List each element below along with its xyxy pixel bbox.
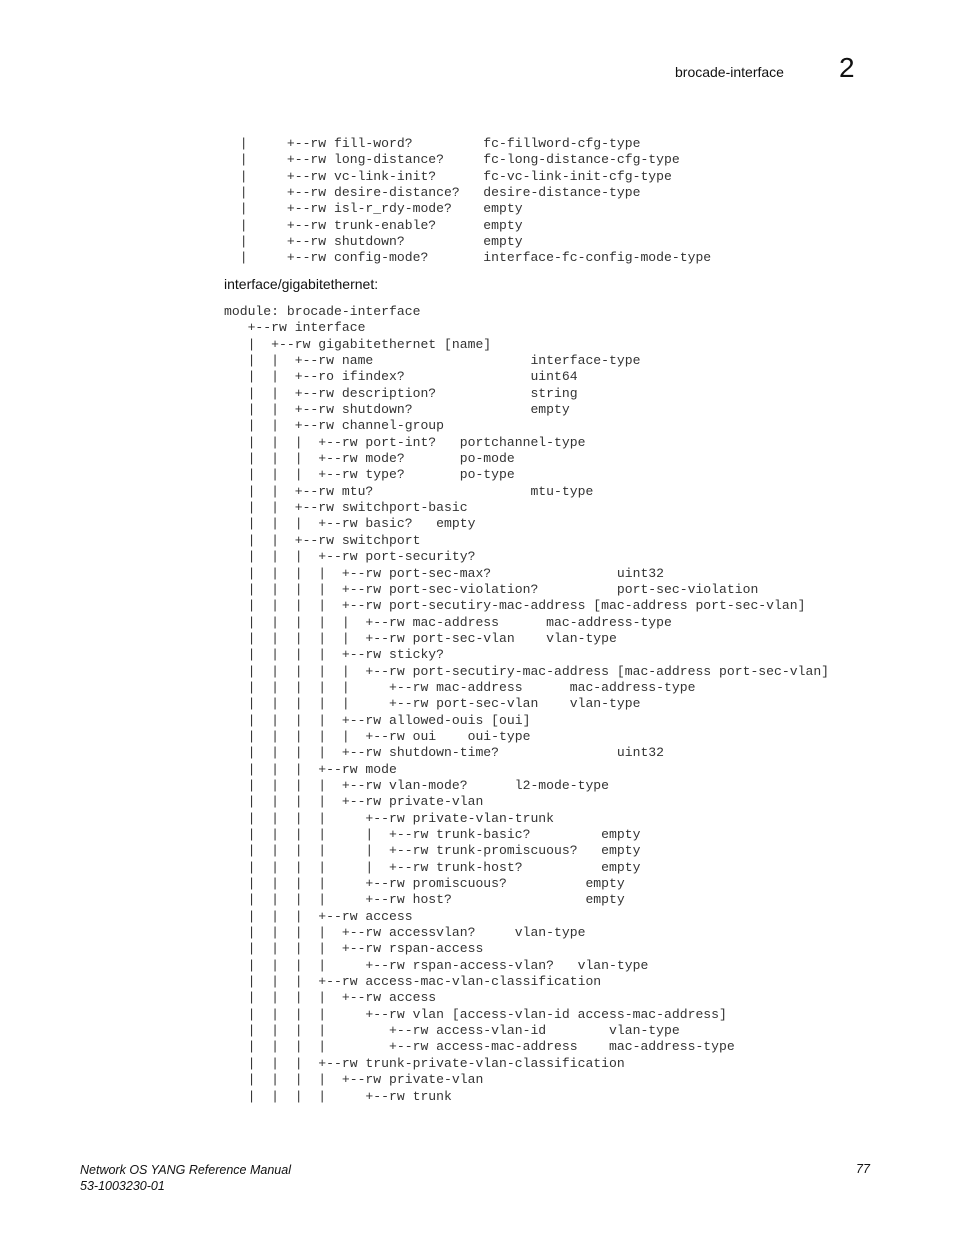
code-line: | | | | +--rw accessvlan? vlan-type — [224, 925, 586, 941]
code-line: | | | +--rw trunk-private-vlan-classific… — [224, 1055, 625, 1071]
code-line: | | | +--rw mode — [224, 761, 397, 777]
code-line: | | | +--rw port-int? portchannel-type — [224, 434, 586, 450]
chapter-number: 2 — [839, 52, 855, 83]
code-line: | | | | +--rw private-vlan — [224, 794, 484, 810]
code-line: | | +--rw channel-group — [224, 418, 445, 434]
code-line: | +--rw fill-word? fc-fillword-cfg-type — [224, 136, 641, 151]
code-line: | | | | +--rw vlan [access-vlan-id acces… — [224, 1006, 727, 1022]
code-line: | +--rw desire-distance? desire-distance… — [224, 185, 641, 201]
code-line: | | | | +--rw private-vlan — [224, 1072, 484, 1088]
code-line: | | | | | +--rw port-sec-vlan vlan-type — [224, 630, 617, 646]
code-line: | | +--ro ifindex? uint64 — [224, 369, 578, 385]
code-line: | | | | | +--rw port-secutiry-mac-addres… — [224, 663, 830, 679]
code-line: | | | +--rw mode? po-mode — [224, 451, 515, 467]
code-line: | | | | +--rw shutdown-time? uint32 — [224, 745, 665, 761]
code-line: | | | | +--rw trunk — [224, 1088, 452, 1104]
code-line: | | | | +--rw access — [224, 990, 437, 1006]
code-line: | | | | | +--rw mac-address mac-address-… — [224, 614, 672, 630]
code-line: | | | +--rw type? po-type — [224, 467, 515, 483]
code-line: | | | | | +--rw trunk-basic? empty — [224, 827, 641, 842]
code-line: | | | +--rw basic? empty — [224, 516, 476, 532]
code-line: | | +--rw name interface-type — [224, 353, 641, 369]
footer-left: Network OS YANG Reference Manual 53-1003… — [80, 1162, 291, 1194]
code-line: | | | | | +--rw oui oui-type — [224, 728, 531, 744]
code-line: | | | | | +--rw trunk-promiscuous? empty — [224, 843, 641, 859]
code-line: | | | | +--rw rspan-access — [224, 941, 484, 957]
code-line: | | | | +--rw port-secutiry-mac-address … — [224, 598, 806, 614]
code-line: | | | | +--rw allowed-ouis [oui] — [224, 712, 531, 728]
code-line: | | | | +--rw vlan-mode? l2-mode-type — [224, 777, 610, 793]
code-line: | | | | +--rw port-sec-violation? port-s… — [224, 581, 759, 597]
code-line: | | | | | +--rw mac-address mac-address-… — [224, 679, 696, 695]
code-line: | +--rw trunk-enable? empty — [224, 217, 523, 233]
code-line: | | +--rw switchport — [224, 532, 421, 548]
code-line: | | | | +--rw promiscuous? empty — [224, 876, 625, 892]
code-line: | | | | +--rw sticky? — [224, 647, 445, 663]
code-line: | | +--rw description? string — [224, 385, 578, 401]
code-line: | | | | +--rw host? empty — [224, 892, 625, 908]
yang-tree-code-block-gigabitethernet: module: brocade-interface +--rw interfac… — [224, 304, 829, 1105]
footer-page-number: 77 — [856, 1162, 870, 1176]
code-line: | | | +--rw port-security? — [224, 549, 476, 565]
yang-tree-code-block-continued: | +--rw fill-word? fc-fillword-cfg-type … — [224, 136, 711, 267]
footer-manual-title: Network OS YANG Reference Manual — [80, 1163, 291, 1177]
code-line: | | | | | +--rw trunk-host? empty — [224, 859, 641, 875]
section-heading: interface/gigabitethernet: — [224, 276, 379, 292]
code-line: | | | | +--rw access-mac-address mac-add… — [224, 1039, 735, 1055]
running-header-section-title: brocade-interface — [675, 64, 784, 80]
code-line: | | | | +--rw access-vlan-id vlan-type — [224, 1023, 680, 1039]
footer-document-number: 53-1003230-01 — [80, 1179, 165, 1193]
code-line: +--rw interface — [224, 320, 366, 336]
code-line: | | | | +--rw private-vlan-trunk — [224, 810, 555, 826]
code-line: | +--rw vc-link-init? fc-vc-link-init-cf… — [224, 168, 672, 184]
code-line: | | +--rw switchport-basic — [224, 500, 468, 516]
code-line: | +--rw gigabitethernet [name] — [224, 336, 492, 352]
code-line: | | | | | +--rw port-sec-vlan vlan-type — [224, 696, 641, 712]
code-line: | +--rw shutdown? empty — [224, 234, 523, 250]
code-line: | | +--rw shutdown? empty — [224, 402, 570, 418]
code-line: | +--rw long-distance? fc-long-distance-… — [224, 152, 680, 168]
code-line: module: brocade-interface — [224, 304, 421, 319]
code-line: | | | | +--rw rspan-access-vlan? vlan-ty… — [224, 957, 649, 973]
code-line: | +--rw isl-r_rdy-mode? empty — [224, 201, 523, 217]
code-line: | | | | +--rw port-sec-max? uint32 — [224, 565, 665, 581]
code-line: | | +--rw mtu? mtu-type — [224, 483, 594, 499]
code-line: | | | +--rw access — [224, 908, 413, 924]
code-line: | +--rw config-mode? interface-fc-config… — [224, 250, 712, 266]
code-line: | | | +--rw access-mac-vlan-classificati… — [224, 974, 602, 990]
